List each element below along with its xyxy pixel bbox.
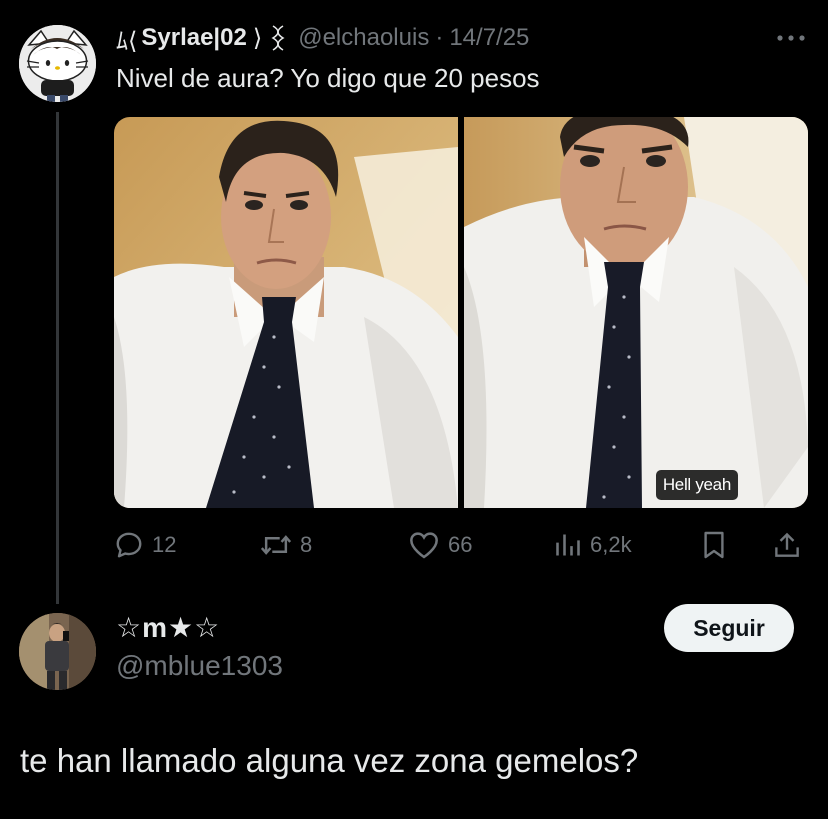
views-button[interactable]: 6,2k bbox=[554, 526, 632, 564]
share-button[interactable] bbox=[774, 526, 800, 564]
action-bar: 12 8 66 6,2k bbox=[114, 526, 808, 564]
heart-icon bbox=[410, 532, 438, 559]
display-name[interactable]: Syrlae|02 bbox=[141, 24, 246, 52]
photo-left[interactable] bbox=[114, 117, 458, 508]
hello-kitty-avatar-icon bbox=[19, 25, 96, 102]
reply-avatar[interactable] bbox=[19, 613, 96, 690]
photo-caption-badge: Hell yeah bbox=[655, 470, 738, 500]
like-count: 66 bbox=[448, 532, 473, 557]
tweet-date[interactable]: 14/7/25 bbox=[449, 24, 529, 52]
bookmark-button[interactable] bbox=[702, 526, 726, 564]
mirror-selfie-avatar-icon bbox=[19, 613, 96, 690]
bookmark-icon bbox=[704, 531, 724, 559]
tweet-header: ﾑ⟨ Syrlae|02 ⟩ @elchaoluis · 14/7/25 bbox=[116, 22, 529, 55]
views-bar-chart-icon bbox=[556, 534, 580, 556]
repost-count: 8 bbox=[300, 532, 313, 557]
selfie-photo-icon bbox=[114, 117, 458, 508]
more-horizontal-icon bbox=[777, 35, 805, 41]
follow-button[interactable]: Seguir bbox=[664, 604, 794, 652]
name-prefix-symbol: ﾑ⟨ bbox=[116, 27, 138, 55]
reply-display-name[interactable]: ☆m★☆ bbox=[116, 611, 220, 644]
avatar[interactable] bbox=[19, 25, 96, 102]
repost-button[interactable]: 8 bbox=[260, 526, 312, 564]
handle[interactable]: @elchaoluis bbox=[298, 24, 429, 52]
selfie-photo-icon bbox=[464, 117, 808, 508]
reply-handle[interactable]: @mblue1303 bbox=[116, 650, 283, 682]
reply-text: te han llamado alguna vez zona gemelos? bbox=[20, 742, 639, 779]
separator: · bbox=[435, 24, 444, 51]
name-suffix-symbol: ⟩ bbox=[252, 24, 263, 52]
more-options-button[interactable] bbox=[774, 24, 808, 52]
reply-icon bbox=[116, 532, 142, 558]
thread-line bbox=[56, 112, 59, 604]
media-grid: Hell yeah bbox=[114, 117, 808, 508]
reply-count: 12 bbox=[152, 532, 177, 557]
views-count: 6,2k bbox=[590, 532, 632, 557]
share-icon bbox=[775, 532, 799, 557]
repost-icon bbox=[260, 535, 292, 555]
dna-icon bbox=[270, 24, 286, 52]
tweet-text: Nivel de aura? Yo digo que 20 pesos bbox=[116, 63, 540, 93]
reply-button[interactable]: 12 bbox=[114, 526, 176, 564]
like-button[interactable]: 66 bbox=[408, 526, 472, 564]
photo-right[interactable]: Hell yeah bbox=[464, 117, 808, 508]
